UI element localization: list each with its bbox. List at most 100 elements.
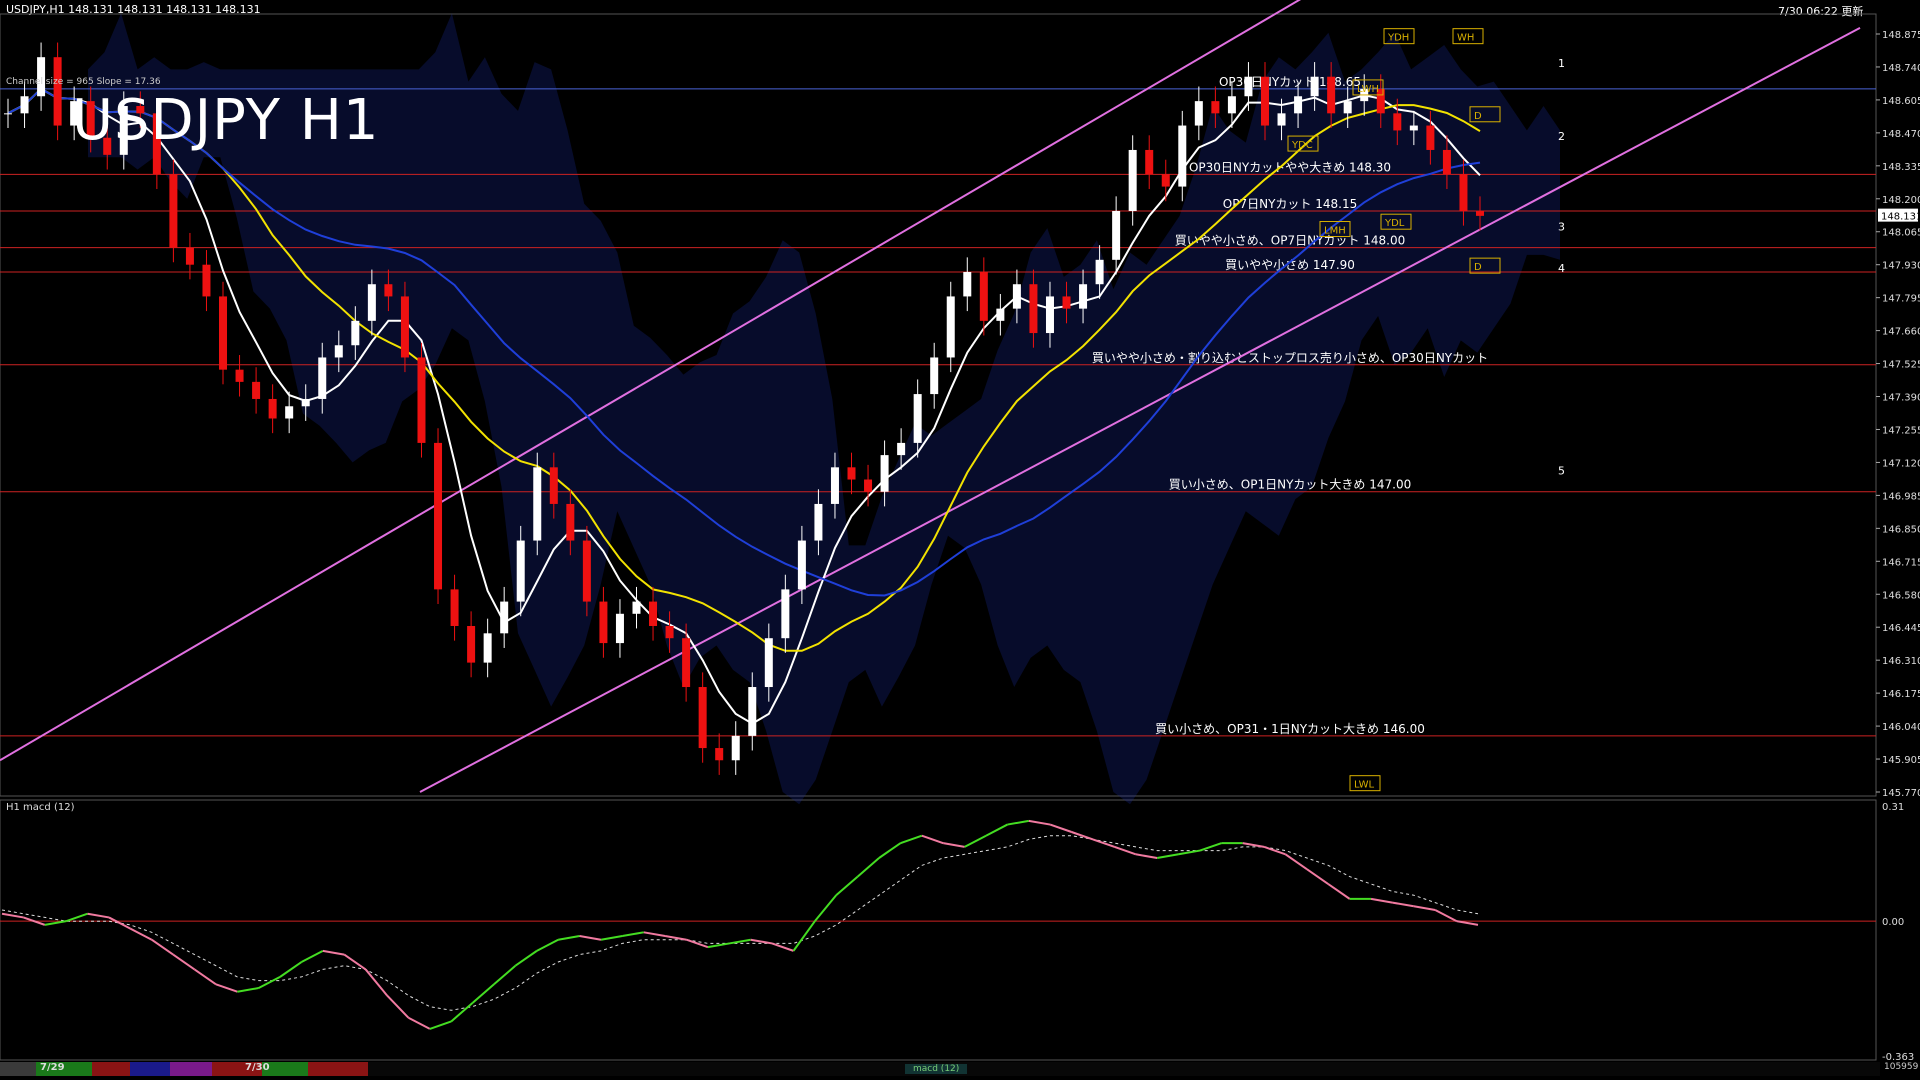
wave-label-1: 1	[1558, 57, 1565, 70]
macd-segment	[1306, 868, 1329, 885]
candle-body	[996, 308, 1005, 321]
candle-body	[830, 467, 839, 504]
macd-tick-label: 0.00	[1882, 917, 1904, 928]
candle-body	[367, 284, 376, 321]
candle-body	[334, 345, 343, 358]
price-tick-label: 146.175	[1882, 689, 1920, 700]
current-price-label: 148.131	[1881, 212, 1920, 223]
macd-segment	[1263, 845, 1286, 856]
candle-body	[169, 174, 178, 248]
macd-segment	[151, 938, 174, 956]
macd-segment	[215, 983, 238, 993]
candle-body	[814, 503, 823, 541]
macd-segment	[1434, 909, 1458, 923]
pivot-label-7: D	[1474, 262, 1482, 273]
candle-body	[599, 601, 608, 644]
price-tick-label: 148.335	[1882, 162, 1920, 173]
candle-body	[549, 467, 558, 504]
macd-segment	[1007, 819, 1029, 826]
level-label-6: 買い小さめ、OP1日NYカット大きめ 147.00	[1169, 478, 1411, 492]
price-tick-label: 147.120	[1882, 458, 1920, 469]
level-label-7: 買い小さめ、OP31・1日NYカット大きめ 146.00	[1155, 722, 1425, 736]
macd-segment	[193, 968, 217, 986]
macd-segment	[301, 949, 324, 963]
candle-body	[698, 687, 707, 749]
macd-segment	[707, 942, 730, 949]
macd-segment	[279, 961, 303, 978]
candle-body	[1393, 113, 1402, 131]
candle-body	[1079, 284, 1088, 309]
candle-body	[897, 442, 906, 456]
candle-body	[4, 113, 12, 115]
candle-body	[1260, 76, 1269, 126]
price-tick-label: 147.255	[1882, 425, 1920, 436]
candle-body	[202, 264, 211, 297]
candle-body	[1227, 96, 1236, 114]
candle-body	[1310, 76, 1319, 97]
candle-body	[665, 625, 674, 639]
price-tick-label: 147.660	[1882, 327, 1920, 338]
macd-segment	[900, 834, 923, 845]
candle-body	[450, 589, 459, 626]
macd-segment	[364, 968, 388, 997]
candle-body	[748, 687, 757, 736]
macd-segment	[686, 938, 709, 949]
macd-segment	[921, 834, 944, 845]
macd-tab[interactable]: macd (12)	[905, 1064, 968, 1074]
candle-body	[1095, 259, 1104, 285]
candle-body	[400, 296, 409, 358]
candle-body	[864, 479, 873, 492]
macd-segment	[1178, 849, 1201, 856]
price-tick-label: 145.905	[1882, 755, 1920, 766]
price-tick-label: 148.875	[1882, 30, 1920, 41]
macd-segment	[1092, 838, 1115, 848]
candle-body	[235, 369, 244, 382]
pivot-label-8: LWL	[1354, 780, 1375, 791]
candle-body	[516, 540, 525, 602]
macd-segment	[1413, 905, 1436, 911]
date-label-729: 7/29	[40, 1062, 65, 1073]
candle-body	[1459, 174, 1468, 211]
macd-segment	[558, 935, 580, 941]
macd-segment	[536, 938, 559, 952]
channel-info: Channel size = 965 Slope = 17.36	[6, 77, 161, 87]
macd-segment	[108, 916, 131, 930]
candle-body	[1476, 210, 1484, 216]
level-label-1: OP30日NYカットやや大きめ 148.30	[1189, 160, 1391, 174]
date-label-730: 7/30	[245, 1062, 270, 1073]
price-tick-label: 146.985	[1882, 491, 1920, 502]
macd-segment	[237, 987, 259, 993]
pivot-label-3: D	[1474, 111, 1482, 122]
price-chart[interactable]: OP30日NYカット 148.65OP30日NYカットやや大きめ 148.30O…	[0, 0, 1920, 1080]
candle-body	[301, 398, 310, 407]
candle-body	[913, 394, 922, 443]
candle-body	[1277, 113, 1286, 126]
macd-segment	[322, 949, 345, 956]
candle-body	[434, 442, 443, 590]
macd-segment	[129, 927, 153, 941]
price-tick-label: 148.605	[1882, 96, 1920, 107]
price-tick-label: 146.040	[1882, 722, 1920, 733]
macd-signal-line	[1, 835, 1479, 1011]
candle-body	[1112, 210, 1121, 260]
candle-body	[351, 320, 360, 346]
candle-body	[252, 381, 261, 399]
candle-body	[285, 406, 294, 419]
macd-segment	[643, 931, 666, 938]
candle-body	[467, 625, 476, 663]
candle-body	[731, 735, 740, 761]
macd-segment	[771, 942, 794, 952]
level-label-5: 買いやや小さめ・割り込むとストップロス売り小さめ、OP30日NYカット	[1092, 350, 1488, 365]
macd-segment	[964, 834, 987, 848]
chart-window: USDJPY,H1 148.131 148.131 148.131 148.13…	[0, 0, 1920, 1080]
candle-body	[268, 398, 277, 419]
macd-segment	[1135, 853, 1158, 859]
level-label-4: 買いやや小さめ 147.90	[1225, 258, 1355, 272]
price-tick-label: 146.445	[1882, 623, 1920, 634]
macd-segment	[450, 1002, 474, 1023]
candle-body	[1128, 149, 1137, 211]
macd-segment	[1028, 819, 1051, 826]
candle-body	[185, 247, 194, 265]
candle-body	[1244, 76, 1253, 97]
macd-title: H1 macd (12)	[6, 802, 75, 813]
